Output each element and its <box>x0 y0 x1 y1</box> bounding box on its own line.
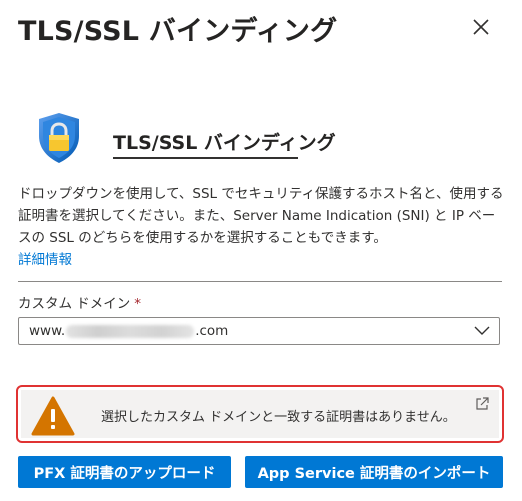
section-divider <box>18 281 502 282</box>
required-mark: * <box>134 296 142 312</box>
shield-lock-icon <box>39 113 79 163</box>
custom-domain-value: www. .com <box>29 323 228 339</box>
warning-banner: 選択したカスタム ドメインと一致する証明書はありません。 <box>16 385 504 443</box>
hero-title: TLS/SSL バインディング <box>113 132 336 154</box>
redacted-domain <box>66 324 195 338</box>
upload-pfx-button[interactable]: PFX 証明書のアップロード <box>18 456 231 488</box>
learn-more-link[interactable]: 詳細情報 <box>18 252 72 268</box>
custom-domain-label: カスタム ドメイン * <box>18 292 141 312</box>
domain-suffix: .com <box>195 323 229 339</box>
close-button[interactable] <box>468 14 494 40</box>
custom-domain-label-text: カスタム ドメイン <box>18 296 131 312</box>
hero-title-underline <box>113 157 298 159</box>
warning-icon <box>31 396 75 436</box>
warning-banner-inner: 選択したカスタム ドメインと一致する証明書はありません。 <box>21 390 499 438</box>
description: ドロップダウンを使用して、SSL でセキュリティ保護するホスト名と、使用する証明… <box>18 183 506 271</box>
chevron-down-icon <box>474 326 490 335</box>
external-link-icon[interactable] <box>475 397 489 411</box>
domain-prefix: www. <box>29 323 66 339</box>
import-app-service-certificate-button[interactable]: App Service 証明書のインポート <box>245 456 503 488</box>
panel-title: TLS/SSL バインディング <box>18 16 338 47</box>
custom-domain-select[interactable]: www. .com <box>18 317 500 345</box>
close-icon <box>473 19 489 35</box>
description-text: ドロップダウンを使用して、SSL でセキュリティ保護するホスト名と、使用する証明… <box>18 186 504 246</box>
warning-text: 選択したカスタム ドメインと一致する証明書はありません。 <box>101 410 456 425</box>
